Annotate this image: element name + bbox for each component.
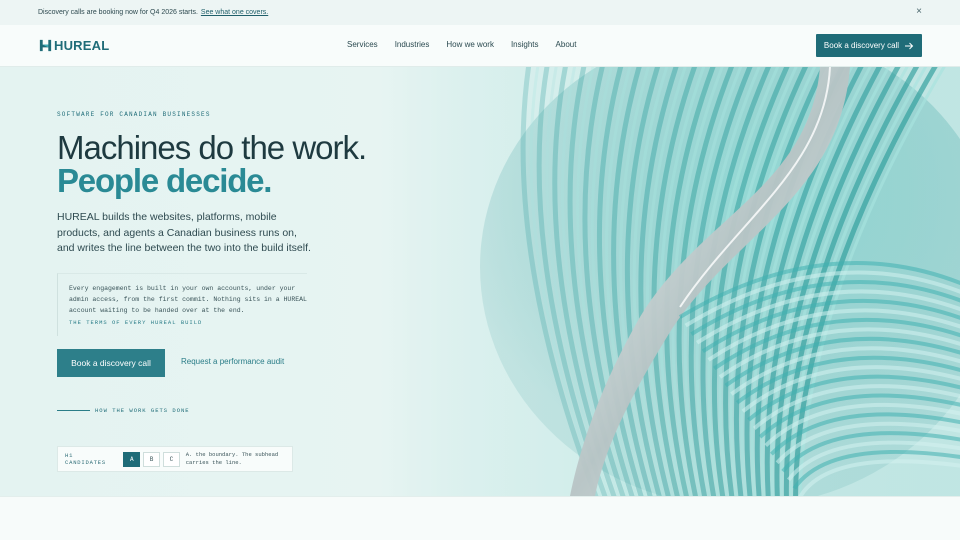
nav-item-how-we-work[interactable]: How we work [446,40,494,49]
quote-text: Every engagement is built in your own ac… [69,285,307,314]
headline-line-2: People decide. [57,162,272,199]
how-work-link[interactable]: HOW THE WORK GETS DONE [95,407,190,414]
announcement-link[interactable]: See what one covers. [201,9,268,16]
section-link-rule [57,410,90,411]
nav-item-industries[interactable]: Industries [395,40,430,49]
quote-caption: THE TERMS OF EVERY HUREAL BUILD [69,319,203,326]
top-navigation: HUREAL Services Industries How we work I… [0,25,960,67]
hero-eyebrow: SOFTWARE FOR CANADIAN BUSINESSES [57,111,211,118]
performance-audit-link[interactable]: Request a performance audit [181,357,284,366]
terms-quote: Every engagement is built in your own ac… [57,273,307,336]
nav-item-services[interactable]: Services [347,40,378,49]
hero-artwork [380,67,960,496]
logo[interactable]: HUREAL [38,38,109,53]
candidates-label: H1 CANDIDATES [65,452,107,466]
nav-book-call-button[interactable]: Book a discovery call [816,34,922,57]
nav-cta-label: Book a discovery call [823,41,900,50]
nav-item-about[interactable]: About [556,40,577,49]
candidate-b-button[interactable]: B [143,451,160,467]
candidate-c-button[interactable]: C [162,451,180,467]
main-menu: Services Industries How we work Insights… [347,40,576,49]
hero-section: SOFTWARE FOR CANADIAN BUSINESSES Machine… [0,67,960,496]
close-icon[interactable]: × [916,6,922,17]
book-call-button[interactable]: Book a discovery call [57,349,165,377]
below-fold-section [0,496,960,540]
logo-text: HUREAL [54,38,110,53]
announcement-bar: Discovery calls are booking now for Q4 2… [0,0,960,25]
candidate-a-button[interactable]: A [123,451,141,467]
nav-item-insights[interactable]: Insights [511,40,539,49]
candidate-note: A. the boundary. The subhead carries the… [185,451,279,466]
logo-mark-icon [39,39,52,52]
hero-lede: HUREAL builds the websites, platforms, m… [57,211,311,254]
arrow-right-icon [905,42,914,49]
announcement-text: Discovery calls are booking now for Q4 2… [38,9,198,16]
h1-candidates-switcher: H1 CANDIDATES A B C A. the boundary. The… [57,446,293,472]
